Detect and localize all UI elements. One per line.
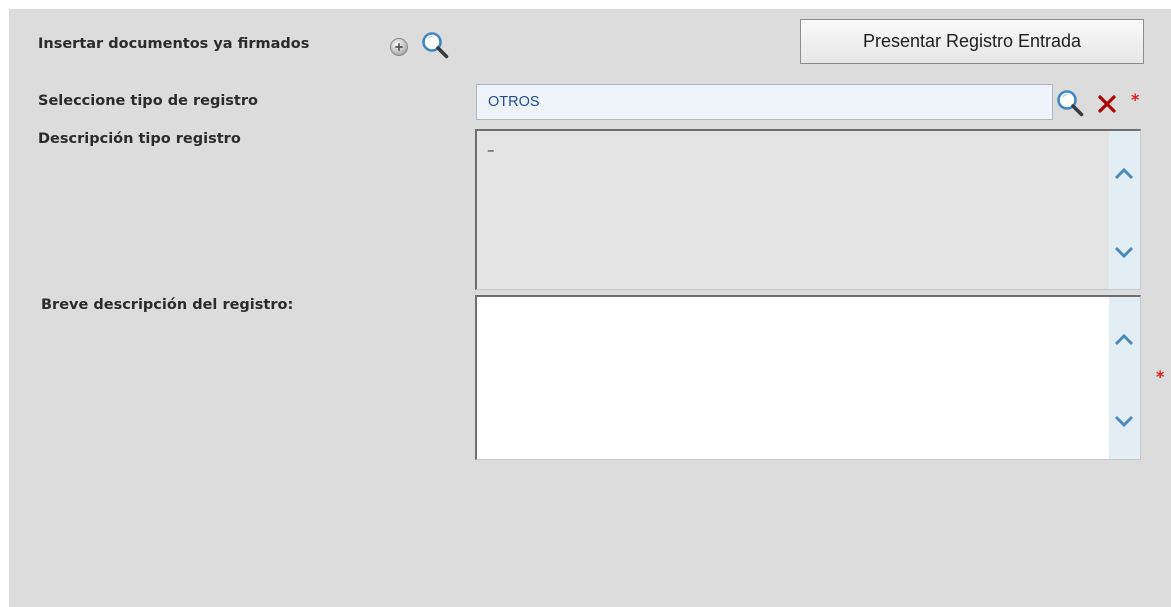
tipo-registro-label: Seleccione tipo de registro xyxy=(38,93,258,109)
breve-descripcion-scrollbar[interactable] xyxy=(1109,297,1140,459)
required-marker: * xyxy=(1156,367,1165,386)
scroll-down-icon[interactable] xyxy=(1112,241,1136,263)
insert-documents-label: Insertar documentos ya firmados xyxy=(38,36,310,52)
breve-descripcion-textarea[interactable] xyxy=(475,295,1141,460)
descripcion-tipo-textarea: – xyxy=(475,129,1141,290)
clear-tipo-registro-icon[interactable] xyxy=(1097,94,1117,114)
add-circle-icon[interactable] xyxy=(388,36,410,58)
scroll-down-icon[interactable] xyxy=(1112,410,1136,432)
scroll-up-icon[interactable] xyxy=(1112,329,1136,351)
scroll-up-icon[interactable] xyxy=(1112,163,1136,185)
required-marker: * xyxy=(1131,90,1140,109)
breve-descripcion-label: Breve descripción del registro: xyxy=(41,297,294,313)
tipo-registro-field[interactable]: OTROS xyxy=(476,84,1053,120)
search-tipo-registro-icon[interactable] xyxy=(1055,88,1085,118)
descripcion-tipo-value: – xyxy=(487,141,495,159)
presentar-registro-entrada-button[interactable]: Presentar Registro Entrada xyxy=(800,19,1144,64)
search-documents-icon[interactable] xyxy=(420,30,450,60)
descripcion-tipo-scrollbar[interactable] xyxy=(1109,131,1140,289)
descripcion-tipo-label: Descripción tipo registro xyxy=(38,131,241,147)
